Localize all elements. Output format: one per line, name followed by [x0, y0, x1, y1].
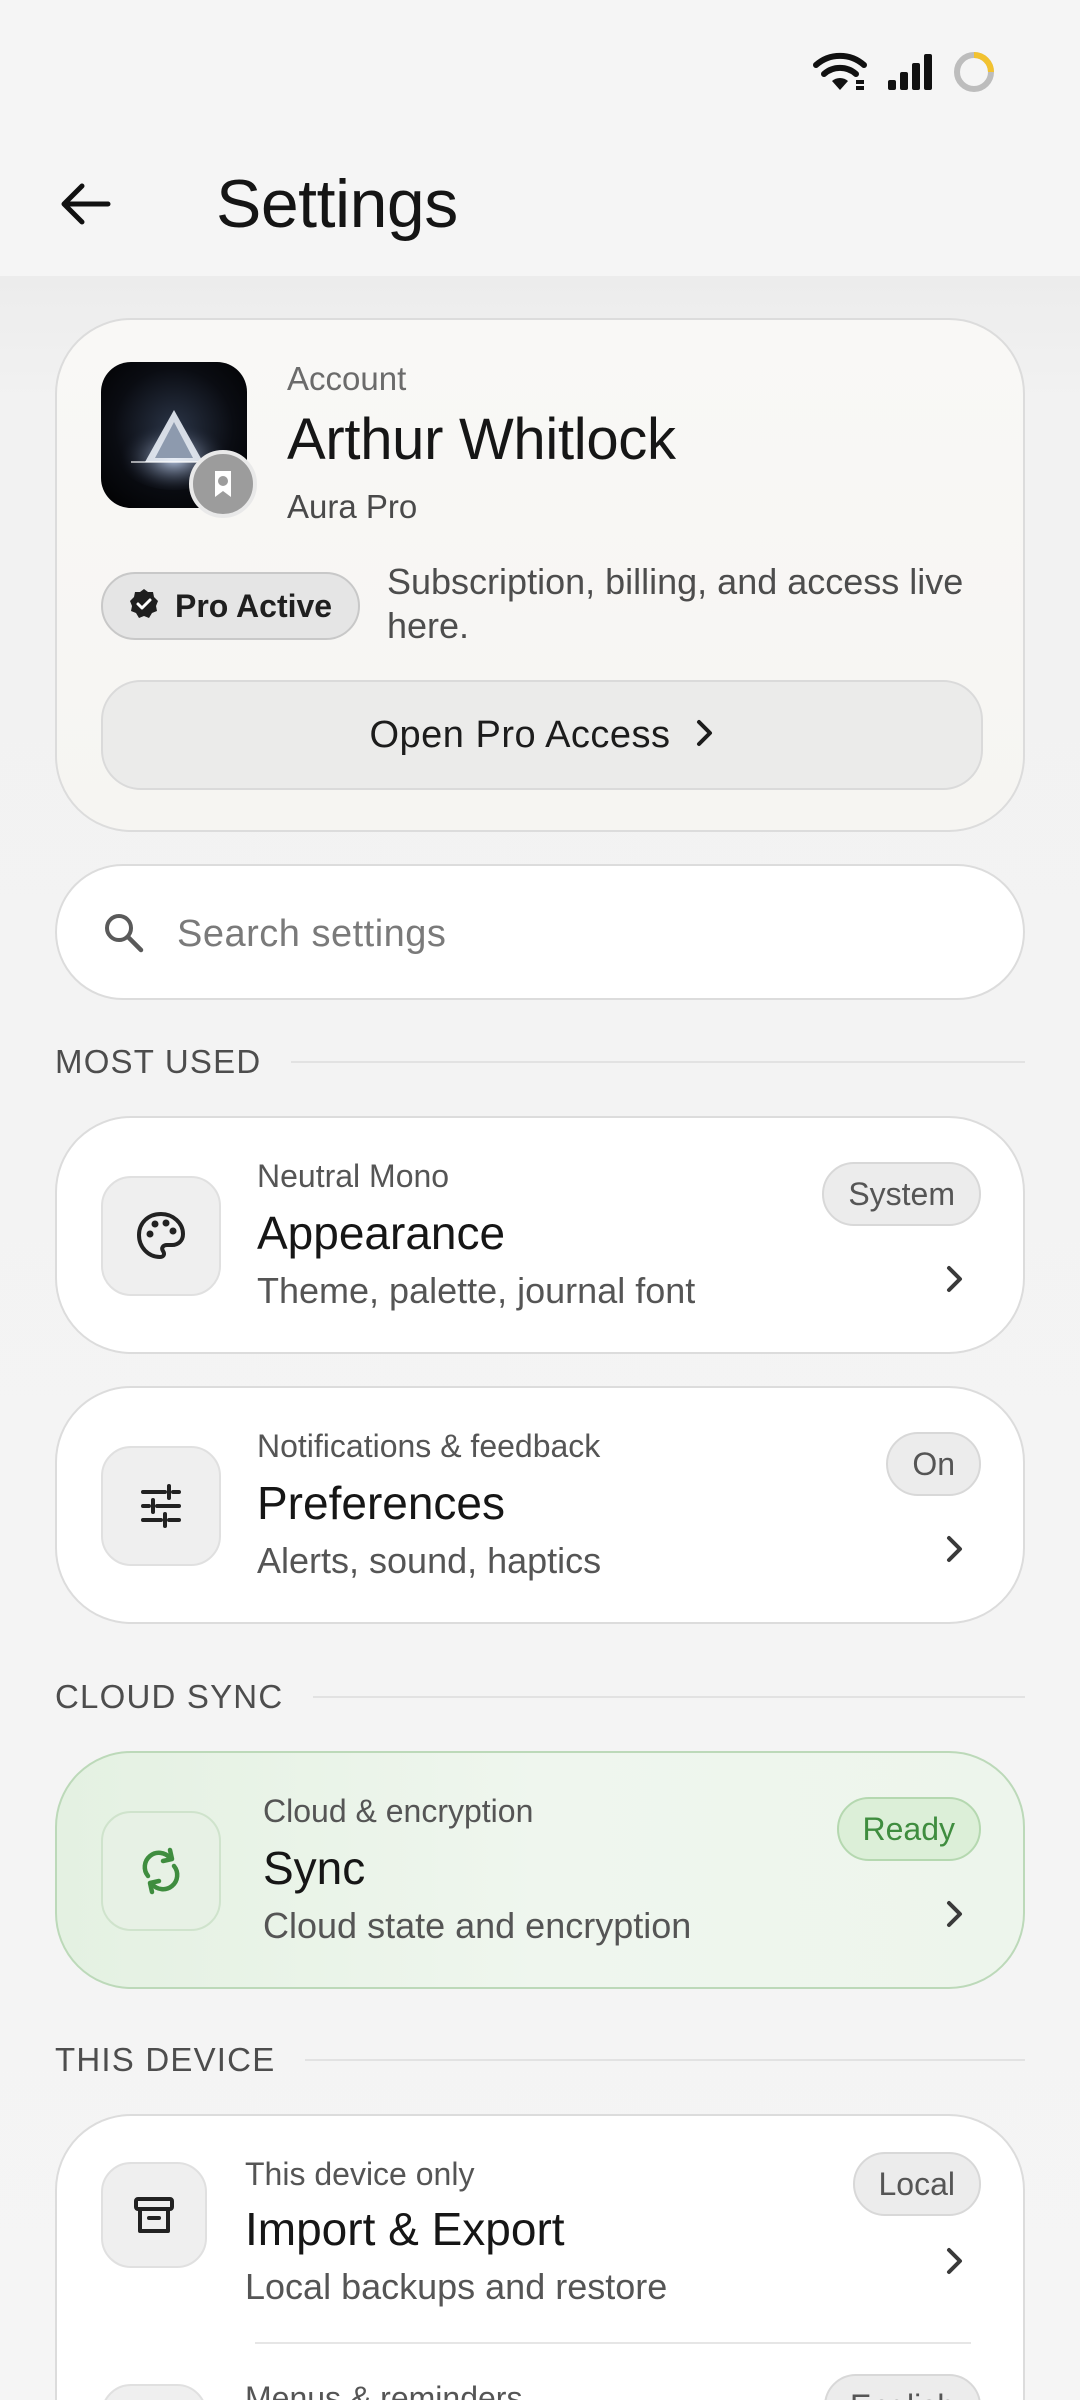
search-icon — [101, 910, 145, 959]
section-divider — [291, 1061, 1025, 1063]
card-title: Sync — [263, 1842, 366, 1894]
search-input[interactable] — [177, 894, 977, 974]
section-header-this-device: THIS DEVICE — [55, 2040, 1025, 2080]
signal-icon — [886, 52, 934, 92]
section-title: THIS DEVICE — [55, 2041, 276, 2078]
card-subtitle: Theme, palette, journal font — [257, 1270, 696, 1311]
card-kicker[interactable]: Menus & reminders — [245, 2380, 522, 2400]
section-title: MOST USED — [55, 1043, 262, 1080]
account-label: Account — [287, 360, 407, 397]
status-icons — [812, 50, 996, 94]
sliders-icon — [101, 1446, 221, 1566]
section-divider — [305, 2059, 1025, 2061]
status-badge: On — [886, 1432, 981, 1496]
chevron-right-icon — [945, 1899, 965, 1934]
chevron-right-icon — [945, 1534, 965, 1569]
verified-check-icon — [127, 587, 161, 626]
pro-active-label: Pro Active — [175, 587, 333, 624]
back-arrow-icon — [60, 182, 112, 231]
account-plan: Aura Pro — [287, 488, 418, 525]
app-bar: Settings — [0, 140, 1080, 276]
open-pro-access-label: Open Pro Access — [369, 713, 671, 756]
card-title: Preferences — [257, 1477, 506, 1529]
card-subtitle: Local backups and restore — [245, 2266, 668, 2307]
card-subtitle: Cloud state and encryption — [263, 1905, 692, 1946]
card-subtitle: Alerts, sound, haptics — [257, 1540, 602, 1581]
page-title: Settings — [216, 166, 458, 242]
palette-icon — [101, 1176, 221, 1296]
status-badge: English — [824, 2374, 981, 2400]
search-box[interactable] — [55, 864, 1025, 1000]
appearance-card[interactable]: Neutral Mono Appearance Theme, palette, … — [55, 1116, 1025, 1354]
this-device-card: This device only Import & Export Local b… — [55, 2114, 1025, 2400]
settings-content[interactable]: Account Arthur Whitlock Aura Pro Pro Act… — [0, 276, 1080, 2400]
account-description: Subscription, billing, and access live h… — [387, 561, 964, 646]
status-badge: Local — [852, 2152, 981, 2216]
battery-ring-icon — [952, 50, 996, 94]
card-kicker: Cloud & encryption — [263, 1793, 534, 1829]
pro-active-badge: Pro Active — [101, 572, 361, 640]
section-header-cloud-sync: CLOUD SYNC — [55, 1677, 1025, 1717]
preferences-card[interactable]: Notifications & feedback Preferences Ale… — [55, 1386, 1025, 1624]
status-badge: System — [822, 1162, 981, 1226]
import-export-title[interactable]: Import & Export — [245, 2202, 565, 2256]
section-header-most-used: MOST USED — [55, 1042, 1025, 1082]
reminders-icon — [101, 2384, 207, 2400]
chevron-right-icon — [945, 1264, 965, 1299]
status-bar — [0, 0, 1080, 140]
status-badge: Ready — [836, 1797, 981, 1861]
chevron-right-icon[interactable] — [945, 2246, 965, 2281]
back-button[interactable] — [44, 164, 128, 248]
card-title: Appearance — [257, 1207, 506, 1259]
open-pro-access-button[interactable]: Open Pro Access — [101, 680, 983, 790]
card-kicker: This device only — [245, 2156, 475, 2192]
sync-icon — [101, 1811, 221, 1931]
section-title: CLOUD SYNC — [55, 1678, 284, 1715]
account-card[interactable]: Account Arthur Whitlock Aura Pro Pro Act… — [55, 318, 1025, 832]
chevron-right-icon — [695, 718, 715, 753]
section-divider — [313, 1696, 1025, 1698]
card-kicker: Neutral Mono — [257, 1158, 450, 1194]
sync-card[interactable]: Cloud & encryption Sync Cloud state and … — [55, 1751, 1025, 1989]
avatar-badge-icon — [189, 450, 257, 518]
wifi-icon — [812, 52, 868, 92]
list-divider — [255, 2342, 971, 2344]
account-name: Arthur Whitlock — [287, 407, 676, 472]
archive-icon — [101, 2162, 207, 2268]
card-kicker: Notifications & feedback — [257, 1428, 601, 1464]
